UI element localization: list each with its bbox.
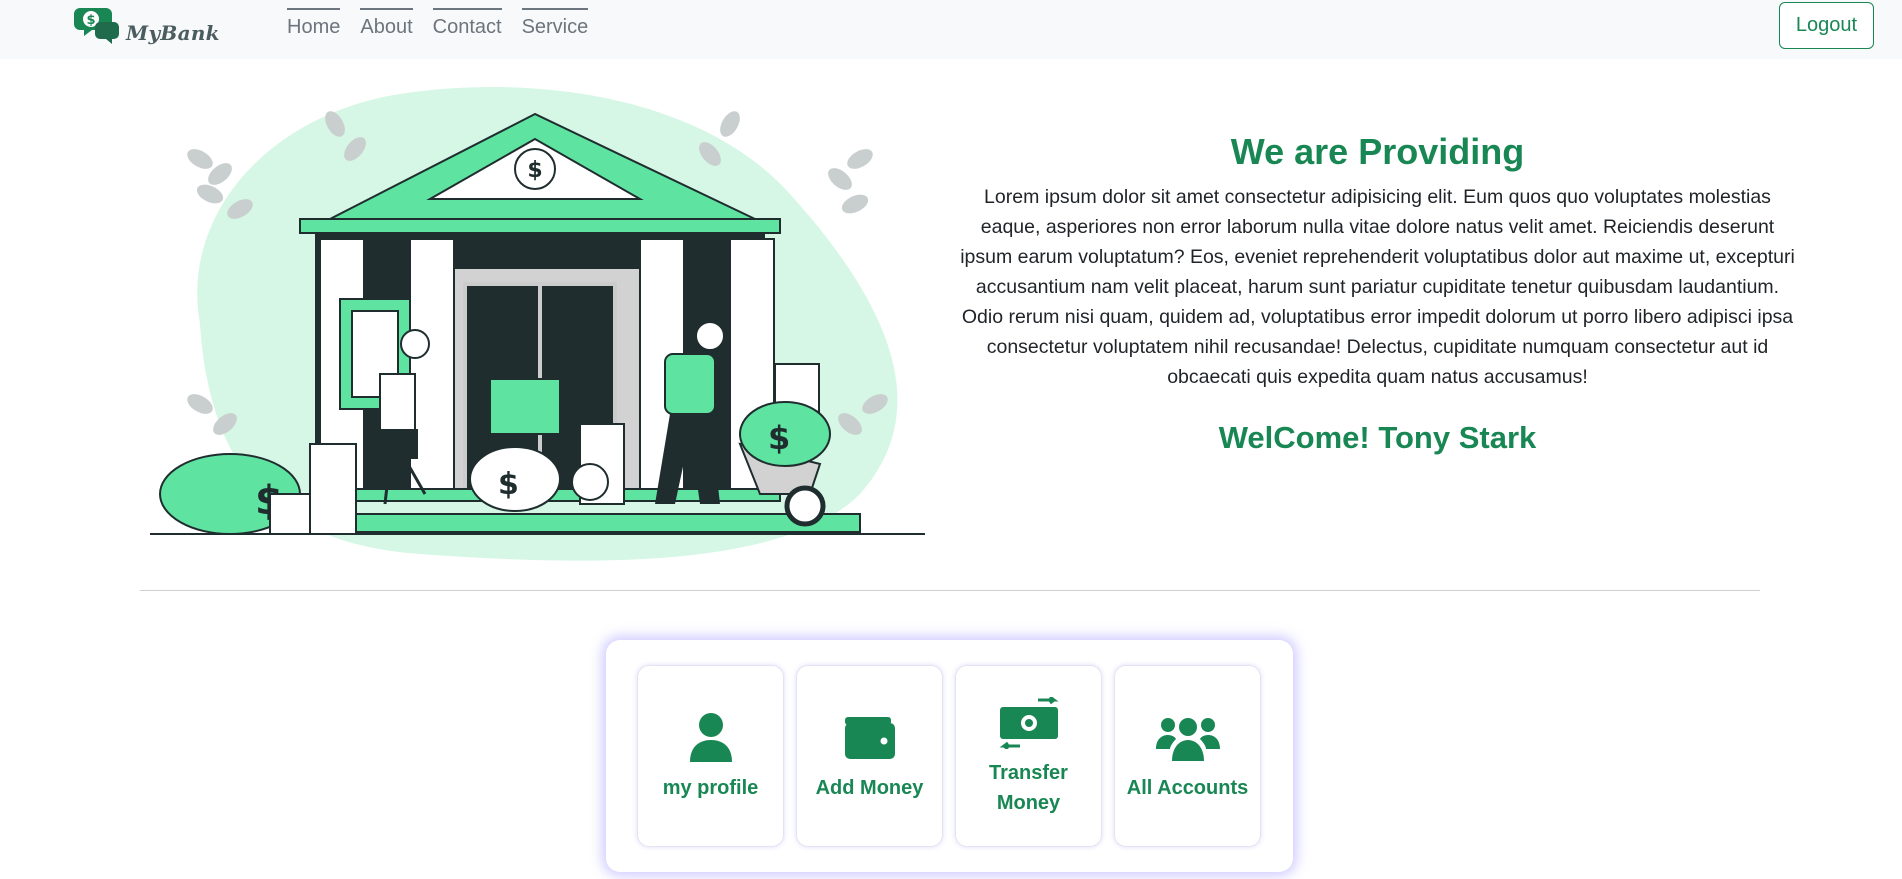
bank-building-illustration: $ $ $ $: [140, 74, 940, 574]
brand-name: MyBank: [126, 20, 220, 45]
section-divider: [140, 590, 1760, 591]
user-icon: [688, 709, 734, 767]
logout-button[interactable]: Logout: [1779, 2, 1874, 49]
add-money-label: Add Money: [815, 777, 924, 799]
hero-text: We are Providing Lorem ipsum dolor sit a…: [960, 130, 1795, 458]
svg-text:$: $: [527, 158, 542, 183]
hero-title: We are Providing: [1230, 131, 1525, 172]
dollar-chat-bubble-icon: $: [74, 4, 122, 49]
svg-text:$: $: [86, 13, 95, 28]
all-accounts-card[interactable]: All Accounts: [1114, 665, 1261, 847]
my-profile-card[interactable]: my profile: [637, 665, 784, 847]
nav-contact[interactable]: Contact: [432, 8, 502, 39]
actions-panel: my profile Add Money Transfer Money All …: [606, 640, 1293, 872]
svg-text:$: $: [498, 467, 519, 502]
nav-home[interactable]: Home: [287, 8, 341, 39]
welcome-message: WelCome! Tony Stark: [1218, 420, 1537, 455]
svg-text:$: $: [768, 419, 790, 457]
nav-links: Home About Contact Service: [287, 8, 608, 39]
navbar: $ MyBank Home About Contact Service Logo…: [0, 0, 1902, 59]
brand[interactable]: $ MyBank: [74, 4, 220, 49]
nav-service[interactable]: Service: [521, 8, 589, 39]
wallet-icon: [844, 709, 896, 767]
my-profile-label: my profile: [662, 777, 759, 799]
money-transfer-icon: [998, 694, 1060, 752]
nav-about[interactable]: About: [360, 8, 413, 39]
users-group-icon: [1155, 709, 1220, 767]
hero-paragraph: Lorem ipsum dolor sit amet consectetur a…: [960, 186, 1795, 388]
transfer-money-card[interactable]: Transfer Money: [955, 665, 1102, 847]
all-accounts-label: All Accounts: [1126, 777, 1249, 799]
add-money-card[interactable]: Add Money: [796, 665, 943, 847]
transfer-money-label: Transfer Money: [989, 762, 1068, 814]
